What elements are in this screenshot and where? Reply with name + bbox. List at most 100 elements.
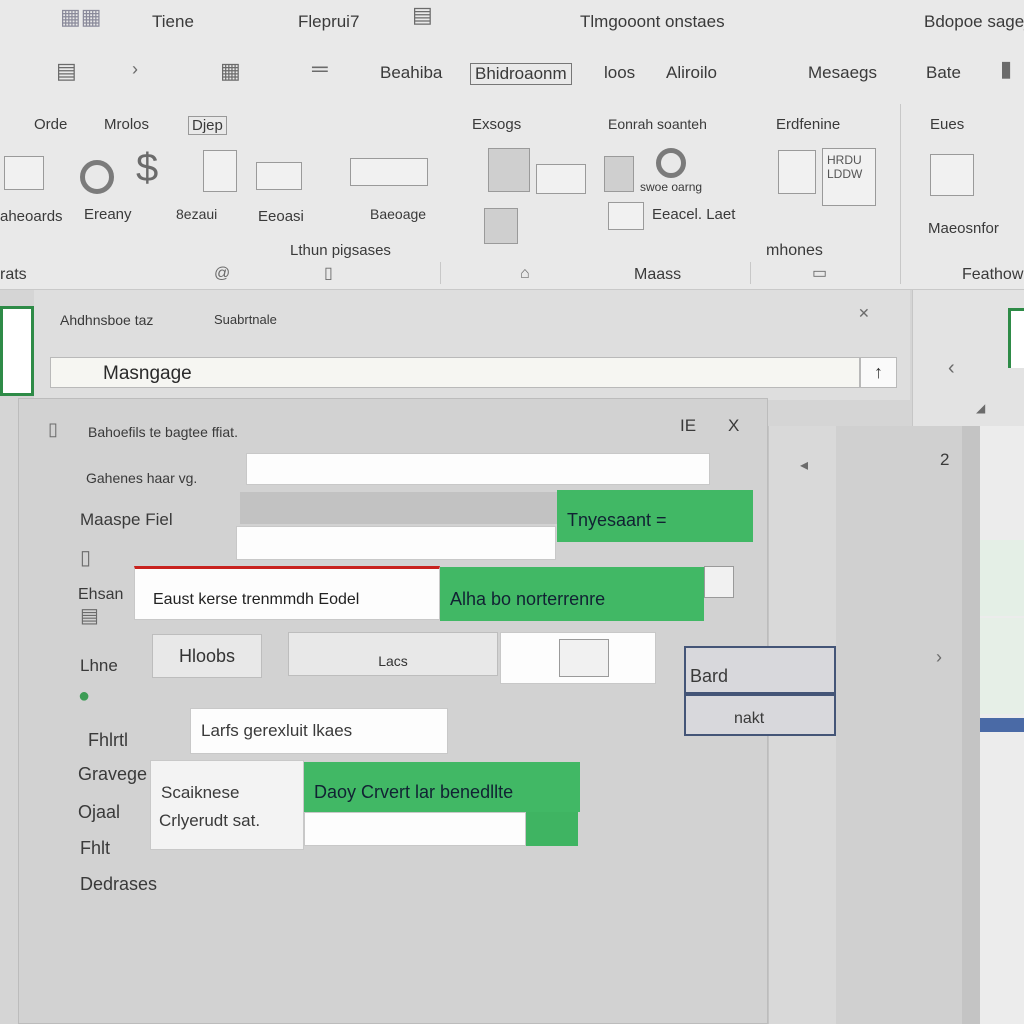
daoy-button[interactable]: Daoy Crvert lar benedllte [304,762,580,812]
group-erdfenine[interactable]: Erdfenine [776,116,840,133]
dialog-option-button[interactable]: IE [680,416,696,436]
sync-icon[interactable] [656,148,686,178]
bard-button[interactable]: Bard [684,646,836,694]
chevron-left-icon[interactable]: ‹ [948,358,955,378]
ribbon: ▦▦ Tiene Fleprui7 ▤ Tlmgooont onstaes Bd… [0,0,1024,290]
dialog-launcher-icon[interactable]: ⌂ [520,266,530,282]
ribbon-tab-mesaegs[interactable]: Mesaegs [808,63,877,83]
group-mrolos[interactable]: Mrolos [104,116,149,133]
selection-bar[interactable] [980,718,1024,732]
message-input[interactable]: Masngage [50,357,860,388]
dialog-icon: ▯ [48,419,58,439]
page-icon[interactable] [203,150,237,192]
image-icon[interactable] [488,148,530,192]
scrollbar[interactable] [962,426,980,1024]
tab-fleprui[interactable]: Fleprui7 [298,12,359,32]
group-label-lthun: Lthun pigsases [290,242,391,259]
dialog-close-button[interactable]: X [728,416,739,436]
sheet-thumbnail[interactable] [0,306,34,396]
translate-button[interactable]: Tnyesaant = [557,490,753,542]
window-title: Tlmgooont onstaes [580,12,725,31]
ribbon-tab-bate[interactable]: Bate [926,63,961,83]
lacs-button[interactable]: Lacs [288,632,498,676]
dialog-launcher-icon[interactable]: @ [214,266,230,282]
label-gahenes: Gahenes haar vg. [86,470,198,486]
label-baeoage: Baeoage [370,206,427,222]
label-8ezaui: 8ezaui [176,206,218,222]
ribbon-tab-aliroilo[interactable]: Aliroilo [666,63,717,83]
dialog-title: Bahoefils te bagtee ffiat. [88,424,238,440]
dialog-launcher-icon[interactable]: ▯ [324,266,333,282]
dialog-launcher-icon[interactable]: ▭ [812,266,827,282]
error-field[interactable]: Eaust kerse trenmmdh Eodel [134,566,440,620]
nakt-label: nakt [734,710,765,727]
green-indicator [526,812,578,846]
lines-icon[interactable]: ═ [312,58,328,80]
group-orde[interactable]: Orde [34,116,67,133]
side-strip [836,426,964,1024]
page-number: 2 [940,450,950,469]
input-below[interactable] [304,812,526,846]
hrou-box[interactable]: HRDU LDDW [822,148,876,206]
dollar-icon[interactable]: $ [136,148,158,188]
ribbon-tab-loos[interactable]: loos [604,63,635,83]
doc-icon[interactable]: ▮ [1000,58,1012,80]
vpa-icon[interactable] [350,158,428,186]
label-swoe: swoe oarng [640,180,703,194]
alha-button[interactable]: Alha bo norterrenre [440,567,704,621]
left-word: Lhne [80,656,118,675]
tab-bdopoe[interactable]: Bdopoe sagej [924,12,1024,32]
paste-icon[interactable] [484,208,518,244]
tab-tiene[interactable]: Tiene [152,12,194,32]
tooltip-line-2: Crlyerudt sat. [159,811,261,830]
preview-box[interactable] [500,632,656,684]
doc-icon: ▯ [80,547,92,569]
chart-icon[interactable] [256,162,302,190]
hloobs-button[interactable]: Hloobs [152,634,262,678]
file-input[interactable] [236,526,556,560]
resize-icon[interactable]: ◢ [976,402,985,414]
collapse-icon[interactable]: ◂ [800,458,808,474]
chevron-right-icon[interactable]: › [132,60,138,78]
error-field-text: Eaust kerse trenmmdh Eodel [153,591,360,608]
upload-button[interactable]: ↑ [860,357,897,388]
ribbon-tab-beahiba[interactable]: Beahiba [380,63,442,83]
message-header: Ahdhnsboe taz [60,312,154,328]
name-input[interactable] [246,453,710,485]
close-icon[interactable]: ✕ [858,306,870,320]
gallery-icon[interactable] [930,154,974,196]
bard-label: Bard [690,666,729,686]
dropdown-field[interactable] [240,492,558,524]
picture-icon[interactable] [778,150,816,194]
right-column-block [980,540,1024,616]
layout-icon[interactable] [536,164,586,194]
nakt-button[interactable]: nakt [684,694,836,736]
table-icon[interactable]: ▦ [220,60,241,82]
label-eeacel: Eeacel. Laet [652,206,736,223]
left-word: Fhlt [80,838,111,858]
left-word: Ojaal [78,802,121,822]
group-label-maass: Maass [634,266,682,283]
group-eues[interactable]: Eues [930,116,964,133]
label-ereany: Ereany [84,206,132,223]
app-logo-icon: ▦▦ [60,4,102,29]
small-doc-icon[interactable] [704,566,734,598]
chevron-right-icon[interactable]: › [936,648,942,666]
grid-small-icon[interactable] [608,202,644,230]
group-djep[interactable]: Djep [188,116,227,135]
image-icon [559,639,609,677]
table-insert-icon[interactable] [4,156,44,190]
group-eonrah[interactable]: Eonrah soanteh [608,116,707,132]
ribbon-tab-bhidroaonm[interactable]: Bhidroaonm [470,63,572,85]
group-exsogs[interactable]: Exsogs [472,116,521,133]
label-aheoards: aheoards [0,208,63,225]
refresh-icon[interactable] [80,160,114,194]
message-subheader: Suabrtnale [214,312,277,327]
text-field[interactable]: Larfs gerexluit lkaes [190,708,448,754]
tooltip-bubble: Scaiknese Crlyerudt sat. [150,760,304,850]
columns-icon[interactable] [604,156,634,192]
sheet-thumbnail-right[interactable] [1008,308,1024,368]
grid-icon: ▤ [412,2,433,27]
file-icon[interactable]: ▤ [56,60,77,82]
label-maaspe: Maaspe Fiel [80,510,173,529]
